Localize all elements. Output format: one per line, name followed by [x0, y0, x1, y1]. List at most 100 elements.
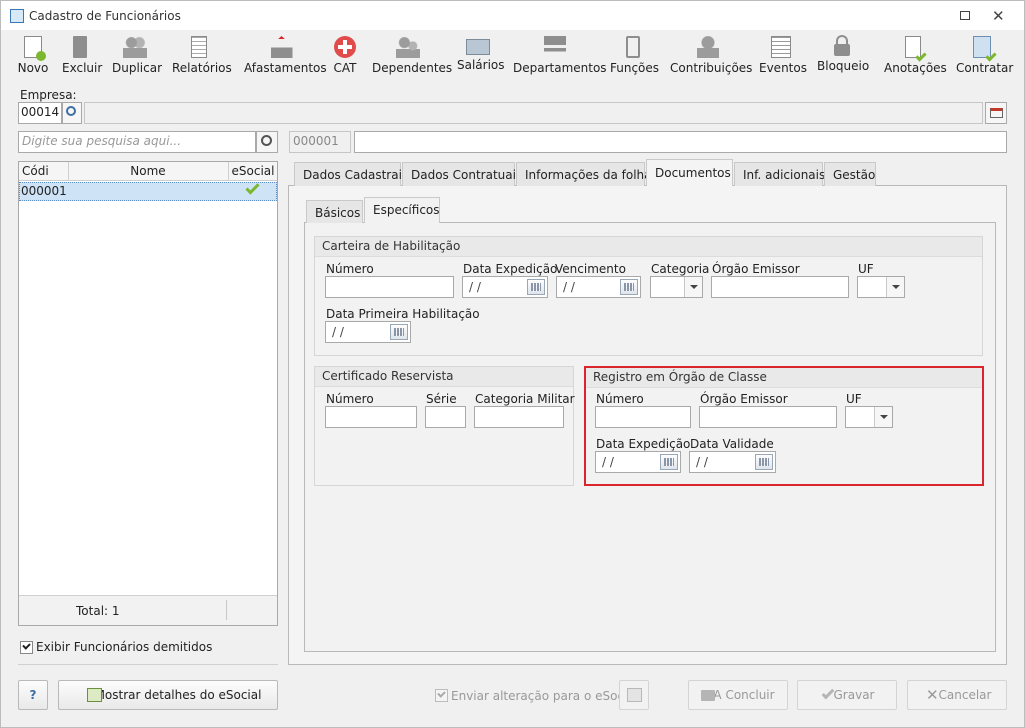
restore-icon[interactable]	[960, 11, 970, 20]
empresa-code-field[interactable]: 00014	[18, 102, 62, 124]
registro-orgao-field[interactable]	[699, 406, 837, 428]
employee-name-field[interactable]	[354, 131, 1007, 153]
empresa-details-button[interactable]	[985, 102, 1007, 124]
cnh-categoria-label: Categoria	[651, 262, 710, 276]
cnh-vencimento-field[interactable]: / /	[556, 276, 641, 298]
title-bar: Cadastro de Funcionários ✕	[0, 0, 1025, 30]
chevron-down-icon[interactable]	[684, 277, 702, 297]
departments-button[interactable]: Departamentos	[513, 34, 607, 78]
contributions-button[interactable]: Contribuições	[670, 34, 752, 78]
reservista-numero-label: Número	[326, 392, 374, 406]
reservista-group-title: Certificado Reservista	[315, 367, 573, 387]
registro-orgao-label: Órgão Emissor	[700, 392, 788, 406]
esocial-send-button[interactable]	[619, 680, 649, 710]
reservista-numero-field[interactable]	[325, 406, 417, 428]
help-button[interactable]: ?	[18, 680, 48, 710]
registro-data-expedicao-field[interactable]: / /	[595, 451, 681, 473]
cnh-categoria-select[interactable]	[650, 276, 703, 298]
dependents-button[interactable]: Dependentes	[372, 34, 452, 78]
registro-numero-field[interactable]	[595, 406, 691, 428]
search-input[interactable]: Digite sua pesquisa aqui...	[18, 131, 256, 153]
registro-data-validade-field[interactable]: / /	[689, 451, 776, 473]
cnh-numero-field[interactable]	[325, 276, 454, 298]
calendar-icon[interactable]	[620, 279, 638, 295]
esocial-details-button[interactable]: Mostrar detalhes do eSocial	[58, 680, 278, 710]
empresa-name-field	[84, 102, 983, 124]
functions-button[interactable]: Funções	[610, 34, 659, 78]
concluir-button[interactable]: A Concluir	[688, 680, 788, 710]
subtab-basicos[interactable]: Básicos	[306, 200, 363, 223]
employee-list	[18, 161, 278, 626]
registro-uf-select[interactable]	[845, 406, 893, 428]
money-icon	[466, 39, 490, 55]
new-button[interactable]: Novo	[17, 34, 49, 78]
calendar-icon[interactable]	[755, 454, 773, 470]
cnh-uf-select[interactable]	[857, 276, 905, 298]
notes-button[interactable]: Anotações	[884, 34, 947, 78]
cnh-data-expedicao-label: Data Expedição	[463, 262, 558, 276]
empresa-search-button[interactable]	[62, 102, 82, 124]
report-icon	[191, 36, 207, 58]
house-arrow-icon	[270, 36, 293, 58]
hire-button[interactable]: Contratar	[956, 34, 1013, 78]
desk-icon	[543, 36, 566, 58]
calendar-icon[interactable]	[390, 324, 408, 340]
list-footer	[19, 595, 277, 625]
total-count: Total: 1	[76, 604, 120, 618]
empresa-label: Empresa:	[20, 88, 77, 102]
close-icon[interactable]: ✕	[992, 7, 1005, 25]
printer-icon	[701, 690, 715, 701]
search-icon	[261, 135, 272, 146]
tab-informacoes-folha[interactable]: Informações da folha	[516, 162, 652, 186]
tab-inf-adicionais[interactable]: Inf. adicionais	[734, 162, 825, 186]
employee-code-field: 000001	[289, 131, 351, 153]
check-icon	[821, 686, 835, 700]
send-change-checkbox[interactable]	[435, 689, 448, 702]
note-check-icon	[905, 36, 927, 62]
cnh-primeira-label: Data Primeira Habilitação	[326, 307, 480, 321]
events-button[interactable]: Eventos	[759, 34, 807, 78]
registro-data-expedicao-label: Data Expedição	[596, 437, 691, 451]
close-icon: ✕	[926, 686, 939, 704]
column-code[interactable]: Códi	[22, 164, 66, 178]
tab-documentos[interactable]: Documentos	[646, 159, 733, 186]
calendar-icon[interactable]	[660, 454, 678, 470]
salaries-button[interactable]: Salários	[457, 34, 505, 78]
registro-uf-label: UF	[846, 392, 862, 406]
medical-cross-icon	[334, 36, 356, 58]
tab-gestao[interactable]: Gestão	[824, 162, 876, 186]
tab-dados-cadastrais[interactable]: Dados Cadastrais	[294, 162, 408, 186]
lock-icon	[834, 35, 850, 56]
send-icon	[627, 688, 642, 702]
calendar-icon[interactable]	[527, 279, 545, 295]
reservista-serie-label: Série	[426, 392, 457, 406]
chevron-down-icon[interactable]	[874, 407, 892, 427]
leaves-button[interactable]: Afastamentos	[244, 34, 327, 78]
search-button[interactable]	[256, 131, 278, 153]
registro-data-validade-label: Data Validade	[690, 437, 774, 451]
delete-button[interactable]: Excluir	[62, 34, 102, 78]
reservista-serie-field[interactable]	[425, 406, 466, 428]
block-button[interactable]: Bloqueio	[817, 34, 869, 78]
column-name[interactable]: Nome	[68, 164, 228, 178]
gravar-button[interactable]: Gravar	[797, 680, 897, 710]
send-change-label: Enviar alteração para o eSocial	[451, 689, 639, 703]
cnh-primeira-field[interactable]: / /	[325, 321, 411, 343]
hire-check-icon	[973, 36, 997, 62]
reservista-categoria-field[interactable]	[474, 406, 564, 428]
column-esocial[interactable]: eSocial	[229, 164, 277, 178]
cat-button[interactable]: CAT	[333, 34, 357, 78]
tab-dados-contratuais[interactable]: Dados Contratuais	[402, 162, 522, 186]
show-dismissed-checkbox[interactable]	[20, 641, 33, 654]
cancelar-button[interactable]: ✕ Cancelar	[907, 680, 1007, 710]
chevron-down-icon[interactable]	[886, 277, 904, 297]
trash-icon	[73, 36, 87, 58]
subtab-especificos[interactable]: Específicos	[364, 197, 440, 223]
registro-group-title: Registro em Órgão de Classe	[586, 368, 982, 388]
duplicate-button[interactable]: Duplicar	[112, 34, 162, 78]
reports-button[interactable]: Relatórios	[172, 34, 232, 78]
search-icon	[66, 106, 76, 116]
cnh-data-expedicao-field[interactable]: / /	[462, 276, 548, 298]
people-icon	[697, 36, 719, 58]
cnh-orgao-field[interactable]	[711, 276, 849, 298]
